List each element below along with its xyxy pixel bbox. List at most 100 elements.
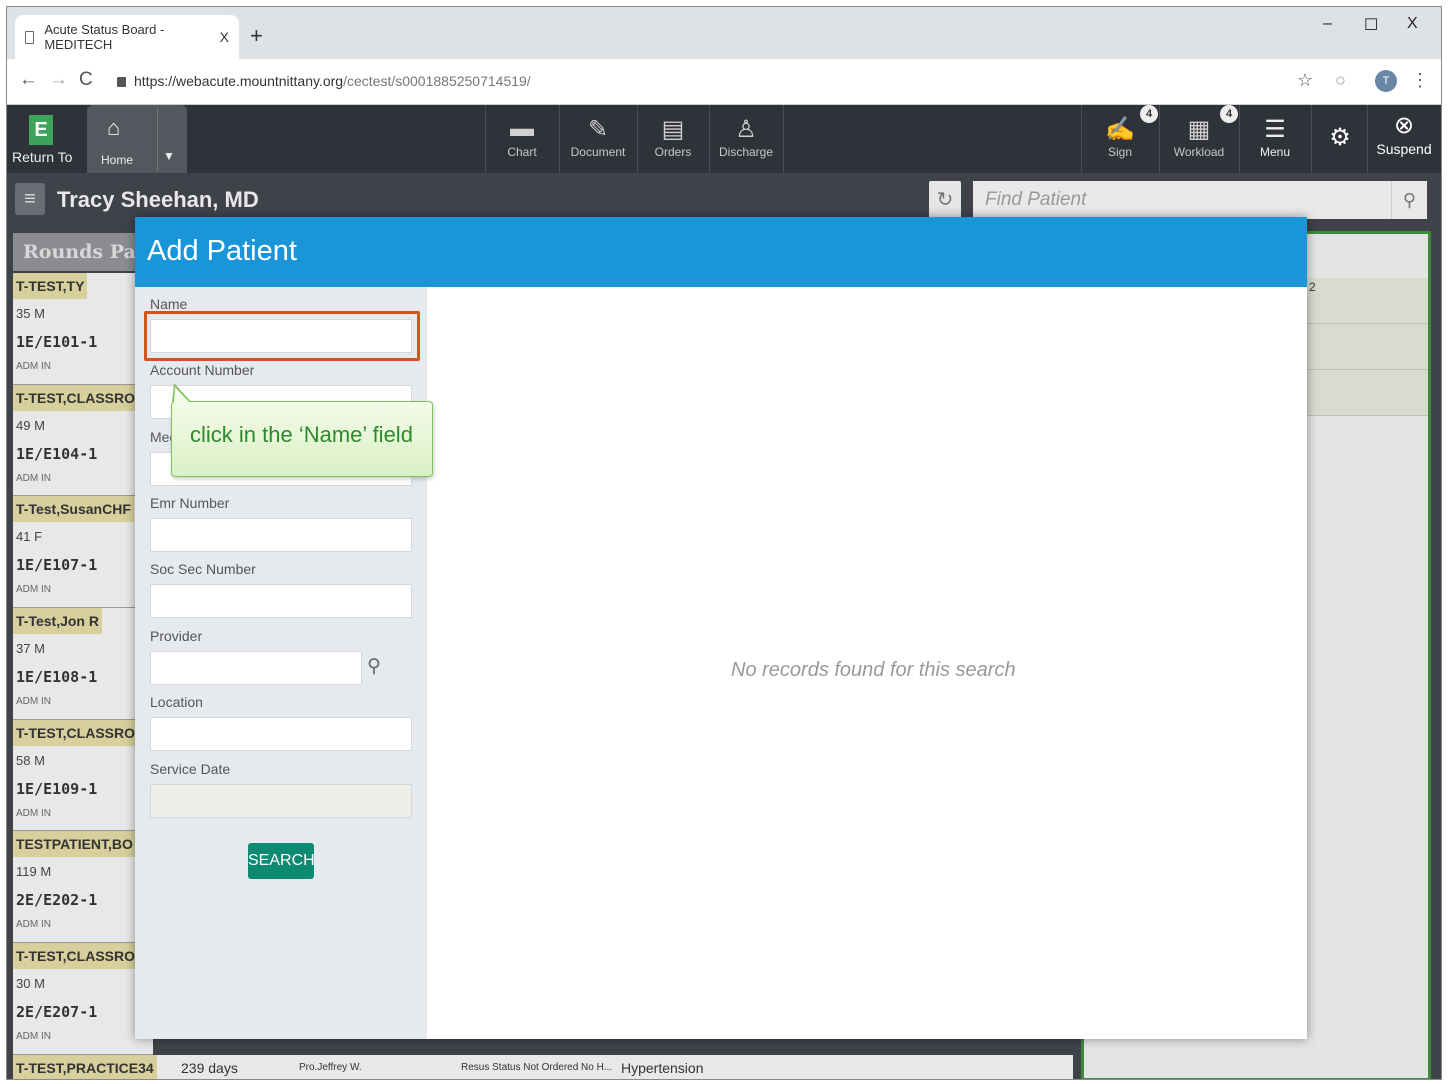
patient-row[interactable]: TESTPATIENT,BO 119 M 2E/E202-1 ADM IN [13,831,153,944]
patient-row[interactable]: T-TEST,TY 35 M 1E/E101-1 ADM IN [13,273,153,385]
browser-menu-icon[interactable]: ⋮ [1411,70,1429,91]
tab-bar: Acute Status Board - MEDITECH X + – ☐ X [7,7,1441,59]
hamburger-menu-icon[interactable]: ≡ [15,183,45,215]
home-button[interactable]: ⌂ Home ▼ [87,105,187,173]
patient-resus-status: Resus Status Not Ordered No H... [461,1062,613,1073]
patient-name: T-TEST,TY [13,273,88,299]
patient-room: 2E/E202-1 [16,891,98,910]
emr-number-field[interactable] [150,518,412,552]
close-window-button[interactable]: X [1407,15,1418,33]
profile-avatar[interactable]: T [1375,70,1397,92]
reload-icon[interactable]: C [79,69,93,91]
patient-age: 41 F [16,529,43,545]
find-patient-input[interactable]: Find Patient [973,181,1419,219]
provider-search-icon[interactable]: ⚲ [367,655,381,678]
star-icon[interactable]: ☆ [1297,70,1313,91]
url-host: https://webacute.mountnittany.org [134,73,344,89]
patient-name: T-TEST,CLASSRO [13,943,139,970]
user-name: Tracy Sheehan, MD [57,187,259,212]
chart-button[interactable]: ▬ Chart [486,105,558,173]
home-dropdown-icon[interactable]: ▼ [163,149,175,163]
discharge-label: Discharge [718,145,774,159]
maximize-button[interactable]: ☐ [1364,15,1378,35]
add-patient-modal: Add Patient Name Account Number Med Emr … [135,217,1307,1039]
tab-close-icon[interactable]: X [220,29,229,45]
suspend-button[interactable]: ⊗ Suspend [1368,105,1440,173]
url-field[interactable]: https://webacute.mountnittany.org/cectes… [117,73,531,89]
patient-room: 1E/E104-1 [16,444,98,463]
patient-row[interactable]: T-TEST,CLASSRO 30 M 2E/E207-1 ADM IN [13,943,153,1055]
provider-field[interactable] [150,651,362,685]
patient-row[interactable]: T-Test,SusanCHF 41 F 1E/E107-1 ADM IN [13,496,153,609]
url-path: /cectest/s0001885250714519/ [343,73,531,89]
forward-arrow-icon[interactable]: → [49,69,68,91]
patient-room: 1E/E107-1 [16,556,98,575]
gear-icon: ⚙ [1329,124,1351,151]
browser-tab[interactable]: Acute Status Board - MEDITECH X [15,15,239,59]
patient-list: T-TEST,TY 35 M 1E/E101-1 ADM IN T-TEST,C… [13,273,153,1055]
patient-status: ADM IN [16,919,51,931]
modal-title: Add Patient [135,217,1307,287]
sign-button[interactable]: ✍ Sign 4 [1082,105,1158,173]
discharge-button[interactable]: ♙ Discharge [710,105,782,173]
patient-status: ADM IN [16,696,51,708]
patient-status: ADM IN [16,584,51,596]
return-to-button[interactable]: E Return To [7,105,77,173]
back-arrow-icon[interactable]: ← [19,69,38,91]
folder-icon: ▬ [510,115,534,142]
patient-name: T-TEST,CLASSRO [13,384,139,411]
patient-room: 1E/E109-1 [16,779,98,798]
patient-row[interactable]: T-TEST,CLASSRO 49 M 1E/E104-1 ADM IN [13,384,153,497]
home-label: Home [101,153,134,167]
app-toolbar: E Return To ⌂ Home ▼ ▬ Chart ✎ Document … [7,105,1441,173]
patient-age: 119 M [16,864,52,880]
workload-count-badge: 4 [1220,105,1238,123]
service-date-label: Service Date [150,761,231,777]
workload-button[interactable]: ▦ Workload 4 [1160,105,1238,173]
patient-name: TESTPATIENT,BO [13,831,136,858]
sign-label: Sign [1107,145,1133,159]
account-number-label: Account Number [150,362,255,378]
emr-number-label: Emr Number [150,495,230,511]
patient-row[interactable]: T-TEST,PRACTICE34 239 days Pro.Jeffrey W… [13,1055,1073,1079]
patient-row[interactable]: T-Test,Jon R 37 M 1E/E108-1 ADM IN [13,608,153,720]
patient-room: 1E/E108-1 [16,668,98,687]
address-bar: ← → C https://webacute.mountnittany.org/… [7,59,1441,105]
patient-age: 37 M [16,641,45,657]
callout-text: click in the ‘Name’ field [190,422,413,447]
home-divider [157,107,158,171]
service-date-field[interactable] [150,784,412,818]
extension-icon[interactable]: ○ [1335,70,1346,91]
close-circle-icon: ⊗ [1393,112,1415,139]
patient-row[interactable]: T-TEST,CLASSRO 58 M 1E/E109-1 ADM IN [13,719,153,832]
page-icon [25,30,35,44]
meditech-logo-icon: E [29,115,53,145]
refresh-button[interactable]: ↻ [929,181,961,219]
browser-window: Acute Status Board - MEDITECH X + – ☐ X … [6,6,1442,1080]
location-field[interactable] [150,717,412,751]
return-to-label: Return To [12,149,73,165]
new-tab-button[interactable]: + [250,23,263,49]
minimize-button[interactable]: – [1323,15,1332,33]
patient-room: 1E/E101-1 [16,333,98,351]
name-field-highlight [144,311,420,361]
document-label: Document [570,145,626,159]
document-button[interactable]: ✎ Document [560,105,636,173]
search-button[interactable]: SEARCH [248,843,315,879]
soc-sec-field[interactable] [150,584,412,618]
patient-name: T-TEST,PRACTICE34 [13,1055,157,1079]
tab-title: Acute Status Board - MEDITECH [44,22,165,52]
sign-count-badge: 4 [1140,105,1158,123]
patient-name: T-Test,SusanCHF [13,496,134,523]
home-icon: ⌂ [107,115,121,140]
orders-button[interactable]: ▤ Orders [638,105,708,173]
tutorial-callout: click in the ‘Name’ field [171,401,433,477]
discharge-person-icon: ♙ [735,116,757,143]
settings-button[interactable]: ⚙ [1312,105,1368,173]
menu-button[interactable]: ☰ Menu [1240,105,1310,173]
pencil-icon: ✎ [587,116,609,143]
search-icon[interactable]: ⚲ [1391,181,1427,219]
callout-pointer-fill [174,387,190,403]
provider-label: Provider [150,628,203,644]
clipboard-icon: ▤ [661,116,685,143]
